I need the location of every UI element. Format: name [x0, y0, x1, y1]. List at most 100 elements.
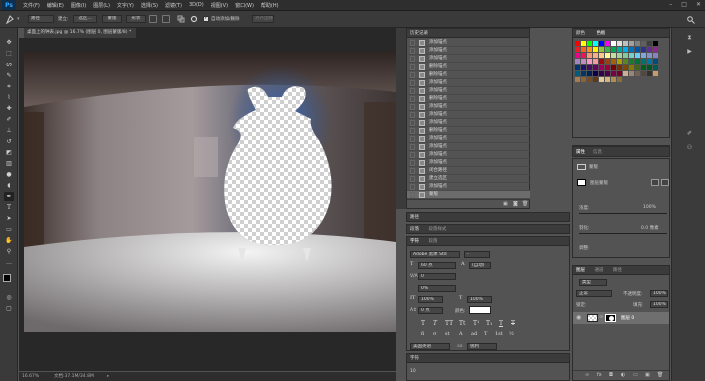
swash-button[interactable]: A [459, 331, 463, 337]
color-swatch[interactable] [647, 41, 652, 46]
history-item[interactable]: 删除锚点 [407, 127, 530, 135]
menu-help[interactable]: 帮助(H) [261, 2, 279, 9]
color-swatch[interactable] [593, 47, 598, 52]
superscript-button[interactable]: T¹ [473, 320, 479, 327]
color-swatch[interactable] [647, 47, 652, 52]
gradient-tool-icon[interactable]: ▥ [4, 159, 14, 168]
chevron-right-icon[interactable]: ▸ [107, 372, 109, 381]
language-select[interactable]: 美国英语 [410, 343, 450, 350]
menu-image[interactable]: 图像(I) [71, 2, 86, 9]
brush-tool-icon[interactable]: ✐ [4, 115, 14, 124]
color-swatch[interactable] [587, 59, 592, 64]
color-swatch[interactable] [653, 65, 658, 70]
density-slider[interactable] [579, 213, 667, 214]
eyedropper-tool-icon[interactable]: ⌇ [4, 93, 14, 102]
history-item[interactable]: 添加锚点 [407, 39, 530, 47]
baseline-shift-input[interactable]: 0 点 [418, 307, 443, 314]
color-swatch[interactable] [629, 65, 634, 70]
color-swatch[interactable] [599, 77, 604, 82]
color-swatch[interactable] [641, 59, 646, 64]
color-swatch[interactable] [623, 59, 628, 64]
color-swatch[interactable] [635, 71, 640, 76]
fx-icon[interactable]: fx [597, 372, 602, 378]
marquee-tool-icon[interactable]: ⬚ [4, 49, 14, 58]
underline-button[interactable]: T [499, 320, 503, 327]
color-swatch[interactable] [641, 41, 646, 46]
color-swatch[interactable] [605, 53, 610, 58]
fractions-button[interactable]: ½ [509, 331, 514, 337]
color-swatch[interactable] [611, 71, 616, 76]
density-value[interactable]: 100% [643, 205, 656, 210]
color-swatch[interactable] [647, 53, 652, 58]
add-mask-icon[interactable]: ◘ [609, 372, 613, 378]
layer-mask-thumb[interactable] [577, 179, 586, 186]
color-swatch[interactable] [629, 59, 634, 64]
hand-tool-icon[interactable]: ✋ [4, 236, 14, 245]
quick-mask-icon[interactable]: ◎ [4, 293, 14, 302]
menu-select[interactable]: 选择(S) [141, 2, 158, 9]
color-swatch[interactable] [635, 53, 640, 58]
make-shape-button[interactable]: 形状 [126, 15, 146, 23]
history-item[interactable]: 闭合路径 [407, 167, 530, 175]
color-swatch[interactable] [581, 41, 586, 46]
color-swatch[interactable] [635, 65, 640, 70]
color-swatch[interactable] [629, 47, 634, 52]
contextual-alternates-button[interactable]: σ [433, 331, 436, 337]
type-tool-icon[interactable]: T [4, 203, 14, 212]
history-item[interactable]: 删除锚点 [407, 71, 530, 79]
path-alignment-icon[interactable] [162, 15, 170, 23]
color-swatch[interactable] [605, 65, 610, 70]
titling-alternates-button[interactable]: T [484, 331, 487, 337]
move-tool-icon[interactable]: ✥ [4, 38, 14, 47]
color-swatch[interactable] [623, 71, 628, 76]
color-swatch[interactable] [605, 77, 610, 82]
color-swatch[interactable] [641, 65, 646, 70]
color-swatch[interactable] [623, 47, 628, 52]
history-item[interactable]: 建立选区 [407, 175, 530, 183]
bottom-panel-title[interactable]: 字符 [410, 356, 419, 361]
color-swatch[interactable] [647, 65, 652, 70]
menu-type[interactable]: 文字(Y) [117, 2, 134, 9]
color-swatch[interactable] [635, 41, 640, 46]
color-swatch[interactable] [641, 53, 646, 58]
color-swatch[interactable] [641, 71, 646, 76]
make-selection-button[interactable]: 选区... [73, 15, 97, 23]
tab-character[interactable]: 字符 [410, 239, 419, 244]
tab-paragraph[interactable]: 段落 [410, 227, 419, 232]
menu-window[interactable]: 窗口(W) [235, 2, 254, 9]
color-swatch[interactable] [623, 53, 628, 58]
pen-mode-select[interactable]: 路径 [28, 15, 54, 23]
color-swatch[interactable] [575, 47, 580, 52]
menu-view[interactable]: 视图(V) [211, 2, 228, 9]
opacity-input[interactable]: 100% [650, 290, 668, 297]
color-swatch[interactable] [575, 59, 580, 64]
bottom-panel-value[interactable]: 10 [410, 369, 416, 374]
kerning-input[interactable]: 0 [418, 273, 456, 280]
blend-mode-select[interactable]: 正常 [576, 290, 612, 297]
antialias-select[interactable]: 锐利 [467, 343, 497, 350]
align-edges-toggle[interactable]: 对齐边缘 [252, 15, 274, 23]
small-caps-button[interactable]: Tt [459, 320, 465, 327]
crop-tool-icon[interactable]: ⌗ [4, 82, 14, 91]
color-swatch[interactable] [647, 59, 652, 64]
brush-dock-icon[interactable]: ✐ [681, 128, 698, 139]
menu-file[interactable]: 文件(F) [23, 2, 40, 9]
color-swatch[interactable] [575, 65, 580, 70]
gear-icon[interactable] [190, 15, 198, 23]
color-swatch[interactable] [581, 53, 586, 58]
color-swatch[interactable] [593, 65, 598, 70]
color-swatch[interactable] [593, 71, 598, 76]
more-tools-icon[interactable]: … [4, 258, 14, 267]
color-swatch[interactable] [575, 41, 580, 46]
color-swatch[interactable] [617, 77, 622, 82]
path-arrangement-icon[interactable] [177, 15, 185, 23]
color-swatch[interactable] [593, 41, 598, 46]
pen-tool-icon[interactable]: ✒ [4, 192, 14, 201]
color-swatch[interactable] [581, 59, 586, 64]
pen-icon[interactable] [6, 15, 15, 24]
ordinals-button[interactable]: 1st [495, 331, 503, 337]
color-swatch[interactable] [623, 65, 628, 70]
font-size-input[interactable]: 60 点 [418, 262, 456, 269]
eye-icon[interactable]: ◉ [576, 314, 581, 321]
color-swatch[interactable] [653, 59, 658, 64]
